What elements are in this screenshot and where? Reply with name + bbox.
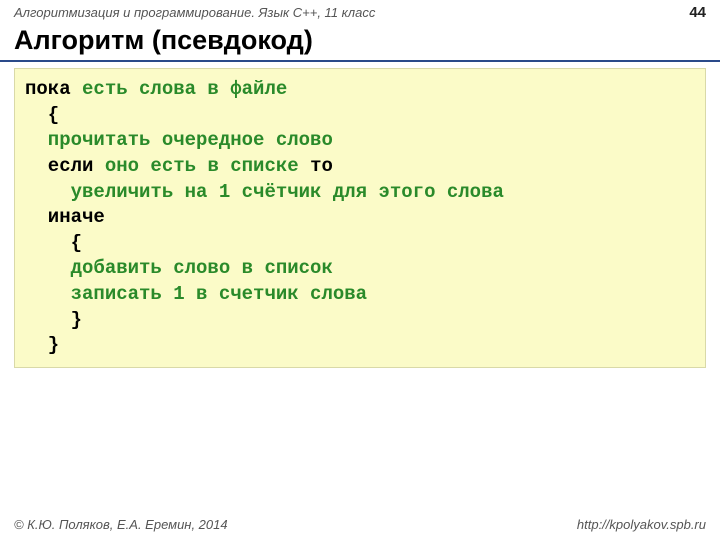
page-number: 44 [689, 4, 706, 21]
kw-then: то [310, 155, 333, 177]
kw-if: если [25, 155, 105, 177]
code-line: увеличить на 1 счётчик для этого слова [25, 181, 504, 203]
code-line: } [25, 334, 59, 356]
source-url: http://kpolyakov.spb.ru [577, 517, 706, 532]
code-line: { [25, 232, 82, 254]
code-text: оно есть в списке [105, 155, 310, 177]
course-label: Алгоритмизация и программирование. Язык … [14, 5, 375, 20]
code-line: записать 1 в счетчик слова [25, 283, 367, 305]
code-line: { [25, 104, 59, 126]
kw-while: пока [25, 78, 71, 100]
code-line: прочитать очередное слово [25, 129, 333, 151]
slide-header: Алгоритмизация и программирование. Язык … [0, 0, 720, 23]
copyright: © К.Ю. Поляков, Е.А. Еремин, 2014 [14, 517, 228, 532]
code-text: есть слова в файле [71, 78, 288, 100]
kw-else: иначе [25, 206, 105, 228]
code-line: добавить слово в список [25, 257, 333, 279]
pseudocode-block: пока есть слова в файле { прочитать очер… [14, 68, 706, 368]
slide: Алгоритмизация и программирование. Язык … [0, 0, 720, 540]
slide-footer: © К.Ю. Поляков, Е.А. Еремин, 2014 http:/… [0, 517, 720, 532]
slide-title: Алгоритм (псевдокод) [0, 23, 720, 62]
code-line: } [25, 309, 82, 331]
